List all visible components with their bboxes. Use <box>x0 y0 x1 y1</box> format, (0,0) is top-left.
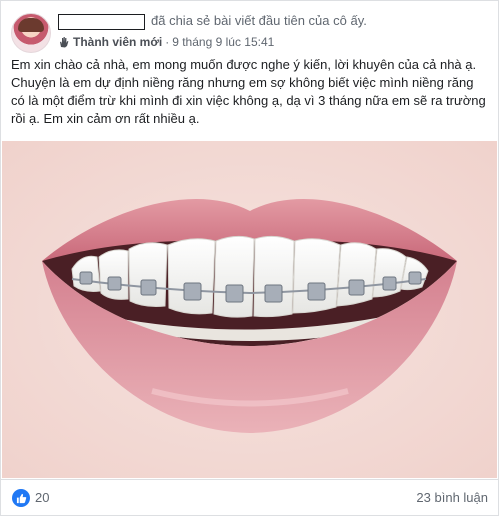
comment-count[interactable]: 23 bình luận <box>416 490 488 505</box>
post-footer: 20 23 bình luận <box>1 479 498 516</box>
waving-hand-icon <box>60 37 69 48</box>
facebook-post: đã chia sẻ bài viết đầu tiên của cô ấy. … <box>0 0 499 516</box>
redacted-author-name[interactable] <box>58 14 145 30</box>
smile-illustration <box>2 141 497 478</box>
avatar[interactable] <box>11 13 51 53</box>
post-photo-braces-smile[interactable] <box>2 141 497 478</box>
post-body-text: Em xin chào cả nhà, em mong muốn được ng… <box>11 57 486 126</box>
post-meta: Thành viên mới · 9 tháng 9 lúc 15:41 <box>58 35 274 49</box>
shared-text: đã chia sẻ bài viết đầu tiên của cô ấy. <box>151 13 367 28</box>
post-timestamp[interactable]: 9 tháng 9 lúc 15:41 <box>172 35 274 49</box>
post-header: đã chia sẻ bài viết đầu tiên của cô ấy. … <box>11 9 491 53</box>
member-badge[interactable]: Thành viên mới <box>73 35 162 49</box>
like-count[interactable]: 20 <box>35 490 49 505</box>
thumbs-up-icon[interactable] <box>12 489 30 507</box>
meta-separator: · <box>165 35 170 49</box>
